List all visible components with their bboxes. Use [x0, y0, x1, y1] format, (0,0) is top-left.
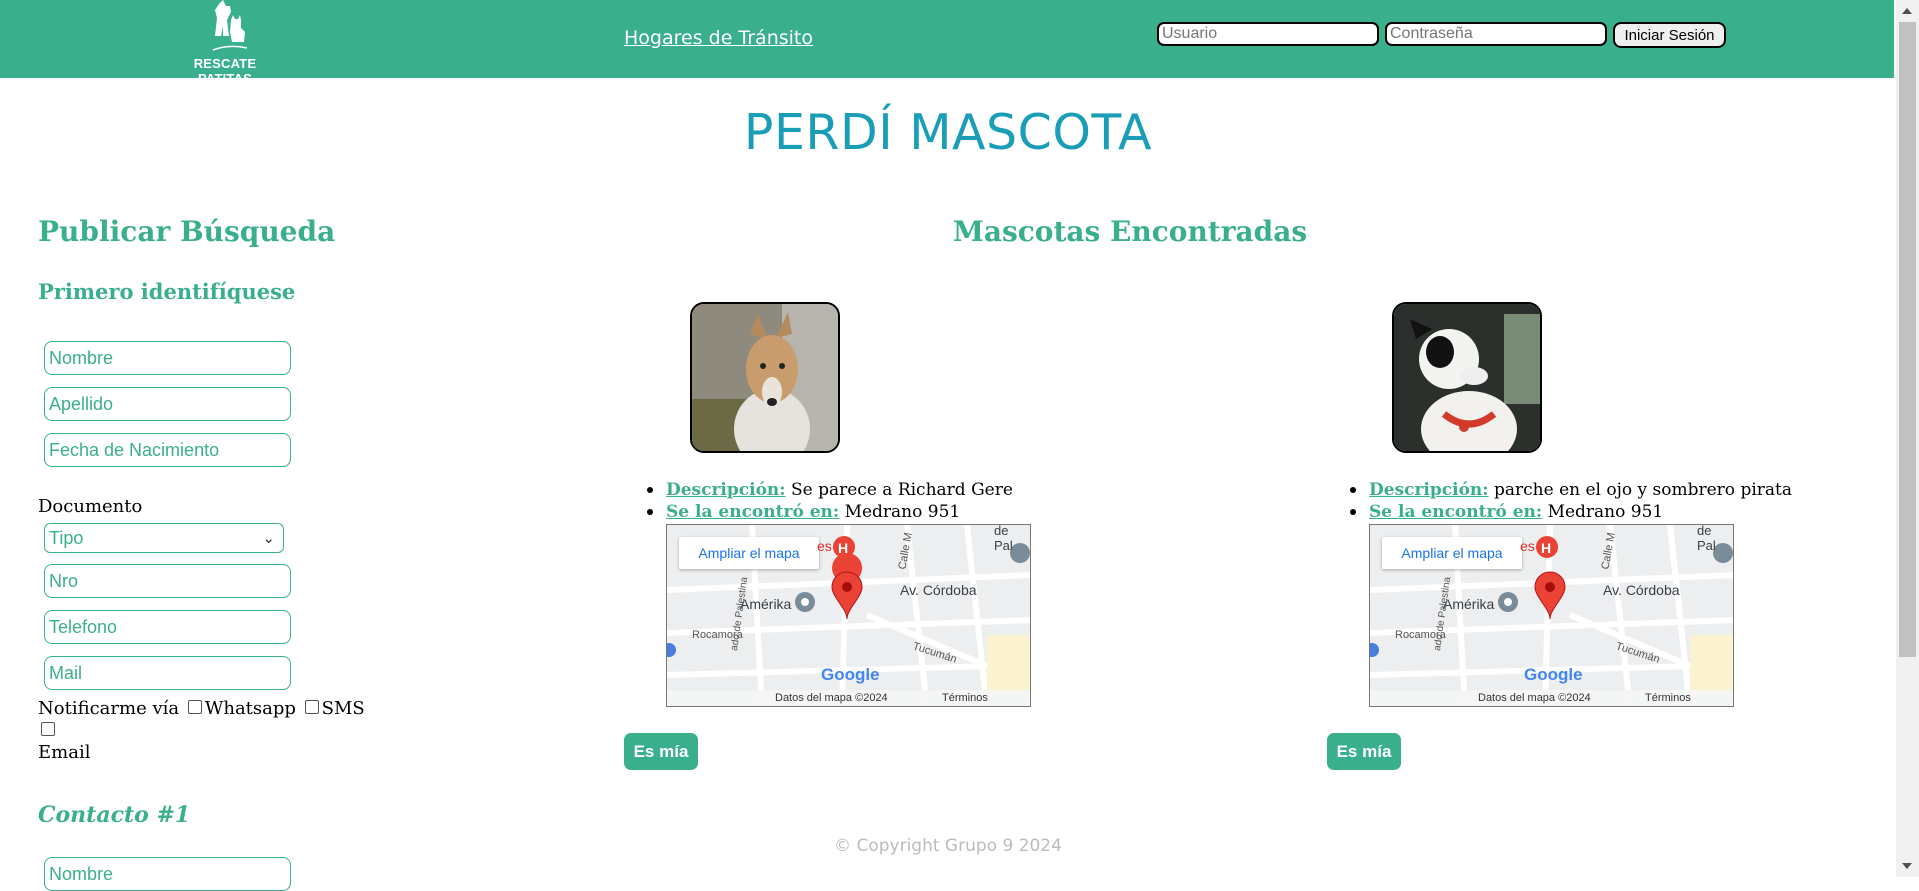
chevron-down-icon: ⌄ — [262, 530, 275, 547]
description-text: Se parece a Richard Gere — [790, 480, 1013, 500]
map-footer: Datos del mapa ©2024 Términos — [667, 690, 1030, 706]
dog-photo-eyepatch — [1394, 304, 1540, 451]
found-location-text: Medrano 951 — [1547, 502, 1664, 522]
nombre-field[interactable]: Nombre — [44, 341, 291, 375]
scroll-up-icon[interactable] — [1902, 8, 1912, 14]
description-label[interactable]: Descripción: — [1369, 480, 1489, 500]
form-subheading: Primero identifíquese — [38, 279, 296, 304]
map-label-cordoba: Av. Córdoba — [1603, 582, 1680, 598]
map-data-text: Datos del mapa ©2024 — [775, 692, 888, 704]
pet-photo-1[interactable] — [690, 302, 840, 453]
page-scrollbar[interactable] — [1896, 0, 1919, 877]
found-location-label[interactable]: Se la encontró en: — [1369, 502, 1542, 522]
dog-photo-collie — [692, 304, 838, 451]
enlarge-map-button[interactable]: Ampliar el mapa — [1382, 537, 1522, 569]
map-2[interactable]: H Ampliar el mapa Amérika Av. Córdoba Tu… — [1369, 524, 1734, 707]
copyright-footer: © Copyright Grupo 9 2024 — [834, 836, 1062, 856]
map-label-cordoba: Av. Córdoba — [900, 582, 977, 598]
found-location-label[interactable]: Se la encontró en: — [666, 502, 839, 522]
page-title: PERDÍ MASCOTA — [743, 104, 1153, 161]
map-terms-link[interactable]: Términos — [1645, 692, 1691, 704]
whatsapp-label: Whatsapp — [204, 698, 296, 719]
pet-description-1: Descripción: Se parece a Richard Gere — [647, 479, 1013, 501]
pet-description-2: Descripción: parche en el ojo y sombrero… — [1350, 479, 1792, 501]
mail-field[interactable]: Mail — [44, 656, 291, 690]
pet-photo-2[interactable] — [1392, 302, 1542, 453]
pet-info-2: Descripción: parche en el ojo y sombrero… — [1350, 479, 1792, 523]
email-label: Email — [38, 742, 91, 763]
description-label[interactable]: Descripción: — [666, 480, 786, 500]
map-terms-link[interactable]: Términos — [942, 692, 988, 704]
logo-text: RESCATE PATITAS — [193, 56, 257, 86]
contact-nombre-field[interactable]: Nombre — [44, 857, 291, 891]
es-mia-button-1[interactable]: Es mía — [624, 733, 698, 770]
es-mia-button-2[interactable]: Es mía — [1327, 733, 1401, 770]
telefono-field[interactable]: Telefono — [44, 610, 291, 644]
google-brand: Google — [821, 665, 880, 684]
tipo-select-value: Tipo — [49, 527, 84, 548]
map-label-pal: de Pal — [994, 524, 1013, 553]
map-1[interactable]: H Ampliar el mapa Amérika Av. Córdoba Tu… — [666, 524, 1031, 707]
svg-text:H: H — [1541, 540, 1551, 556]
email-checkbox[interactable] — [41, 722, 55, 736]
description-text: parche en el ojo y sombrero pirata — [1493, 480, 1792, 500]
found-heading: Mascotas Encontradas — [952, 215, 1308, 248]
enlarge-map-button[interactable]: Ampliar el mapa — [679, 537, 819, 569]
map-label-pal: de Pal — [1697, 524, 1716, 553]
documento-label: Documento — [38, 496, 143, 517]
nav-hogares-de-transito[interactable]: Hogares de Tránsito — [624, 27, 813, 49]
nro-field[interactable]: Nro — [44, 564, 291, 598]
map-label-amerika: Amérika — [740, 596, 792, 612]
notify-row: Notificarme vía Whatsapp SMS Email — [38, 698, 378, 764]
sms-checkbox[interactable] — [304, 700, 319, 714]
found-location-text: Medrano 951 — [844, 502, 961, 522]
scroll-down-icon[interactable] — [1902, 863, 1912, 869]
logo[interactable]: RESCATE PATITAS — [165, 0, 285, 86]
map-footer: Datos del mapa ©2024 Términos — [1370, 690, 1733, 706]
pets-logo-icon — [212, 0, 247, 51]
apellido-field[interactable]: Apellido — [44, 387, 291, 421]
map-label-amerika: Amérika — [1443, 596, 1495, 612]
pet-found-location-2: Se la encontró en: Medrano 951 — [1350, 501, 1792, 523]
scroll-thumb[interactable] — [1899, 22, 1916, 657]
contact-heading: Contacto #1 — [38, 802, 191, 828]
google-brand: Google — [1524, 665, 1583, 684]
navbar: RESCATE PATITAS Hogares de Tránsito Inic… — [0, 0, 1894, 86]
login-button[interactable]: Iniciar Sesión — [1613, 22, 1726, 48]
notify-label: Notificarme vía — [38, 698, 180, 719]
map-label-es: es — [1520, 538, 1535, 554]
username-input[interactable] — [1157, 22, 1379, 46]
tipo-select[interactable]: Tipo ⌄ — [44, 523, 284, 553]
whatsapp-checkbox[interactable] — [187, 700, 202, 714]
map-data-text: Datos del mapa ©2024 — [1478, 692, 1591, 704]
sms-label: SMS — [321, 698, 365, 719]
fecha-nacimiento-field[interactable]: Fecha de Nacimiento — [44, 433, 291, 467]
pet-found-location-1: Se la encontró en: Medrano 951 — [647, 501, 1013, 523]
map-marker-icon — [1534, 571, 1566, 620]
password-input[interactable] — [1385, 22, 1607, 46]
map-label-es: es — [817, 538, 832, 554]
pet-info-1: Descripción: Se parece a Richard Gere Se… — [647, 479, 1013, 523]
